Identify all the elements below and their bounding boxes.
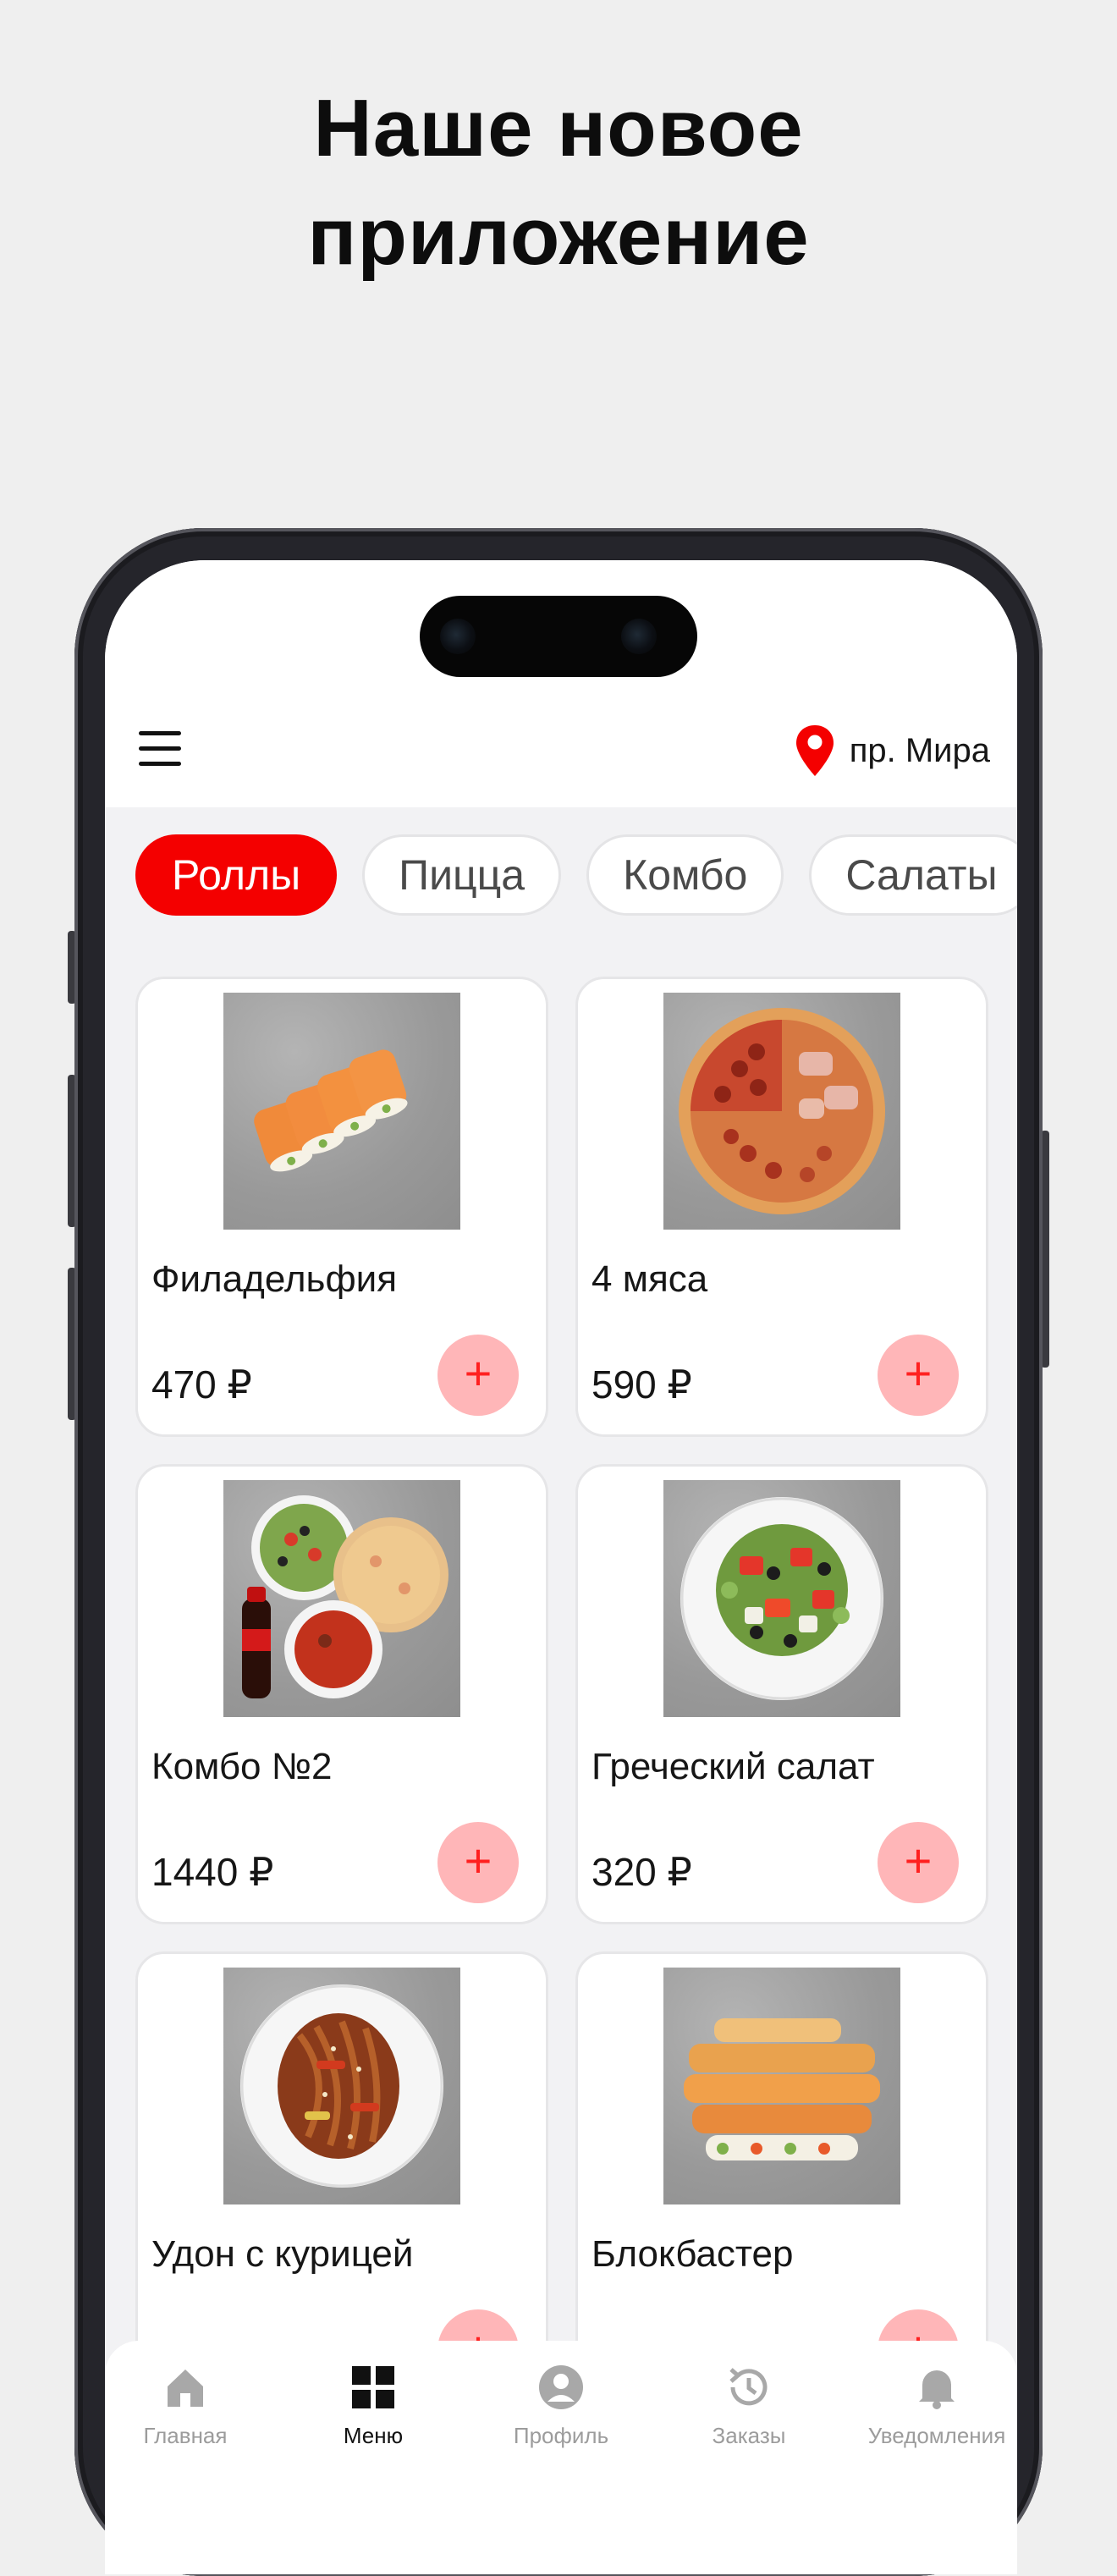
product-name: Блокбастер (592, 2233, 794, 2275)
location-selector[interactable]: пр. Мира (794, 721, 990, 780)
app-screen: пр. Мира Роллы Пицца Комбо Салаты Филаде… (105, 560, 1017, 2574)
bottom-tab-bar: Главная Меню Профиль Заказы Уведомления (105, 2341, 1017, 2574)
product-name: Комбо №2 (151, 1746, 333, 1787)
product-card[interactable]: Греческий салат 320 ₽ + (575, 1464, 988, 1924)
product-name: Удон с курицей (151, 2233, 414, 2275)
product-price: 1440 ₽ (151, 1850, 274, 1894)
grid-icon (352, 2366, 394, 2408)
tab-home[interactable]: Главная (105, 2363, 266, 2449)
category-tabs: Роллы Пицца Комбо Салаты (135, 834, 1017, 916)
front-camera-icon (440, 619, 476, 654)
product-name: Филадельфия (151, 1258, 398, 1300)
product-price: 320 ₽ (592, 1850, 692, 1894)
hamburger-menu-icon[interactable] (139, 729, 181, 768)
add-to-cart-button[interactable]: + (437, 1822, 519, 1903)
category-chip-label: Салаты (845, 851, 998, 899)
tab-orders[interactable]: Заказы (669, 2363, 829, 2449)
product-price: 590 ₽ (592, 1362, 692, 1406)
category-chip-combo[interactable]: Комбо (586, 834, 784, 916)
product-photo-pizza (663, 993, 900, 1230)
profile-icon (539, 2365, 583, 2409)
headline-line-2: приложение (307, 191, 810, 282)
product-photo-udon (223, 1968, 460, 2204)
add-to-cart-button[interactable]: + (878, 1335, 959, 1416)
product-name: 4 мяса (592, 1258, 708, 1300)
history-icon (729, 2368, 768, 2406)
add-to-cart-button[interactable]: + (437, 1335, 519, 1416)
promo-headline: Наше новое приложение (0, 74, 1117, 291)
category-chip-salads[interactable]: Салаты (809, 834, 1017, 916)
category-chip-label: Комбо (623, 851, 748, 899)
headline-line-1: Наше новое (313, 83, 804, 173)
location-label: пр. Мира (849, 731, 990, 769)
product-card[interactable]: Комбо №2 1440 ₽ + (135, 1464, 548, 1924)
location-pin-icon (795, 725, 834, 776)
app-header: пр. Мира (105, 560, 1017, 807)
sensor-icon (621, 619, 657, 654)
product-card[interactable]: 4 мяса 590 ₽ + (575, 977, 988, 1437)
category-chip-label: Пицца (399, 851, 525, 899)
category-chip-label: Роллы (172, 851, 301, 899)
tab-menu[interactable]: Меню (293, 2363, 454, 2449)
add-to-cart-button[interactable]: + (878, 1822, 959, 1903)
category-chip-rolls[interactable]: Роллы (135, 834, 338, 916)
product-price: 470 ₽ (151, 1362, 252, 1406)
product-name: Греческий салат (592, 1746, 875, 1787)
product-photo-combo (223, 1480, 460, 1717)
product-photo-set (663, 1968, 900, 2204)
product-photo-greek-salad (663, 1480, 900, 1717)
category-chip-pizza[interactable]: Пицца (362, 834, 562, 916)
product-photo-rolls (223, 993, 460, 1230)
tab-notifications[interactable]: Уведомления (856, 2363, 1017, 2449)
tab-profile[interactable]: Профиль (481, 2363, 641, 2449)
home-icon (168, 2370, 203, 2407)
bell-icon (919, 2370, 955, 2409)
dynamic-island (420, 596, 697, 677)
product-card[interactable]: Филадельфия 470 ₽ + (135, 977, 548, 1437)
